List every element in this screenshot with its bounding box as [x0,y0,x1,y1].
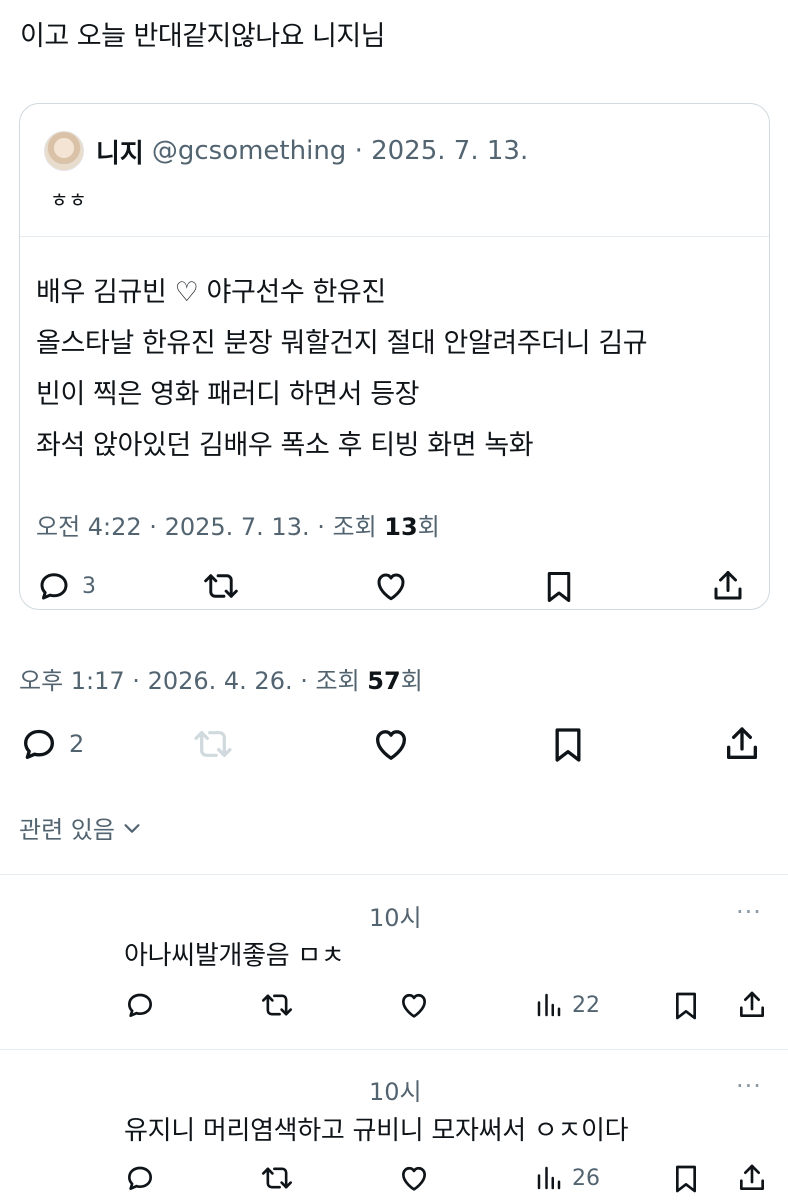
retweet-icon [204,574,238,598]
reply-views-button[interactable]: 26 [534,1162,600,1194]
quote-short-text: ㅎㅎ [50,188,87,212]
views-chart-icon [537,1166,561,1190]
quote-author-name[interactable]: 니지 [96,133,144,170]
bookmark-icon [547,572,571,602]
reply-text: 아나씨발개좋음 ㅁㅊ [124,941,345,971]
more-options-icon[interactable]: ··· [736,1072,762,1100]
quote-divider [20,236,769,237]
reply-retweet-button[interactable] [260,1162,294,1194]
bookmark-icon [555,728,581,762]
reply-reply-button[interactable] [124,989,156,1021]
retweet-icon [261,994,293,1016]
reply-icon [128,1166,152,1190]
quote-reply-button[interactable]: 3 [36,568,96,604]
tweet-meta: 오후 1:17 · 2026. 4. 26. · 조회 57회 [19,661,423,696]
avatar[interactable] [44,131,84,171]
quote-retweet-button[interactable] [202,568,240,604]
reply-views-button[interactable]: 22 [534,989,600,1021]
heart-icon [376,730,406,760]
retweet-icon [194,731,232,757]
reply-like-button[interactable] [397,989,431,1021]
quote-body-line: 빈이 찍은 영화 패러디 하면서 등장 [36,379,420,410]
retweet-button-disabled [192,724,234,764]
reply-count: 2 [69,730,85,758]
quote-like-button[interactable] [372,568,410,604]
reply-text: 유지니 머리염색하고 규비니 모자써서 ㅇㅈ이다 [124,1116,629,1146]
bookmark-icon [676,1165,696,1193]
reply-bookmark-button[interactable] [670,989,702,1023]
heart-icon [377,573,405,601]
reply-timestamp: 10시 [369,904,422,932]
reply-reply-button[interactable] [124,1162,156,1194]
quote-author-handle: @gcsomething · 2025. 7. 13. [151,136,529,166]
share-icon [714,571,742,600]
share-icon [727,727,757,759]
divider [0,874,788,875]
share-button[interactable] [722,724,762,764]
chevron-down-icon [124,823,140,833]
tweet-meta-prefix: 오후 1:17 · 2026. 4. 26. · 조회 [19,667,368,695]
reply-icon [24,729,54,759]
heart-icon [402,993,426,1018]
share-icon [740,1164,764,1190]
quote-share-button[interactable] [710,568,746,604]
heart-icon [402,1166,426,1191]
reply-like-button[interactable] [397,1162,431,1194]
reply-view-count: 22 [572,992,600,1018]
share-icon [740,991,764,1017]
reply-timestamp: 10시 [369,1078,422,1106]
quote-author-row: 니지 @gcsomething · 2025. 7. 13. [44,128,528,174]
like-button[interactable] [370,724,412,764]
quote-body-line: 배우 김규빈 ♡ 야구선수 한유진 [36,277,386,308]
related-sort-dropdown[interactable]: 관련 있음 [19,810,143,845]
quote-reply-count: 3 [82,573,96,599]
reply-bookmark-button[interactable] [670,1162,702,1196]
bookmark-icon [676,992,696,1020]
tweet-text: 이고 오늘 반대같지않나요 니지님 [20,21,386,52]
reply-button[interactable]: 2 [19,724,84,764]
quote-body: 배우 김규빈 ♡ 야구선수 한유진 올스타날 한유진 분장 뭐할건지 절대 안알… [36,267,648,471]
related-label: 관련 있음 [19,816,115,844]
quote-view-suffix: 회 [417,513,440,541]
quoted-tweet-card[interactable]: 니지 @gcsomething · 2025. 7. 13. ㅎㅎ 배우 김규빈… [19,103,770,610]
quote-body-line: 좌석 앉아있던 김배우 폭소 후 티빙 화면 녹화 [36,430,534,461]
reply-icon [40,573,68,600]
quote-meta: 오전 4:22 · 2025. 7. 13. · 조회 13회 [36,507,440,542]
quote-bookmark-button[interactable] [541,568,577,606]
reply-icon [128,993,152,1017]
reply-view-count: 26 [572,1165,600,1191]
more-options-icon[interactable]: ··· [736,898,762,926]
quote-meta-prefix: 오전 4:22 · 2025. 7. 13. · 조회 [36,513,385,541]
reply-share-button[interactable] [736,989,768,1021]
reply-retweet-button[interactable] [260,989,294,1021]
reply-share-button[interactable] [736,1162,768,1194]
tweet-view-count: 57 [367,667,401,695]
retweet-icon [261,1167,293,1189]
divider [0,1049,788,1050]
bookmark-button[interactable] [548,724,588,766]
tweet-view-suffix: 회 [400,667,423,695]
views-chart-icon [537,993,561,1017]
quote-view-count: 13 [384,513,418,541]
quote-body-line: 올스타날 한유진 분장 뭐할건지 절대 안알려주더니 김규 [36,328,648,359]
